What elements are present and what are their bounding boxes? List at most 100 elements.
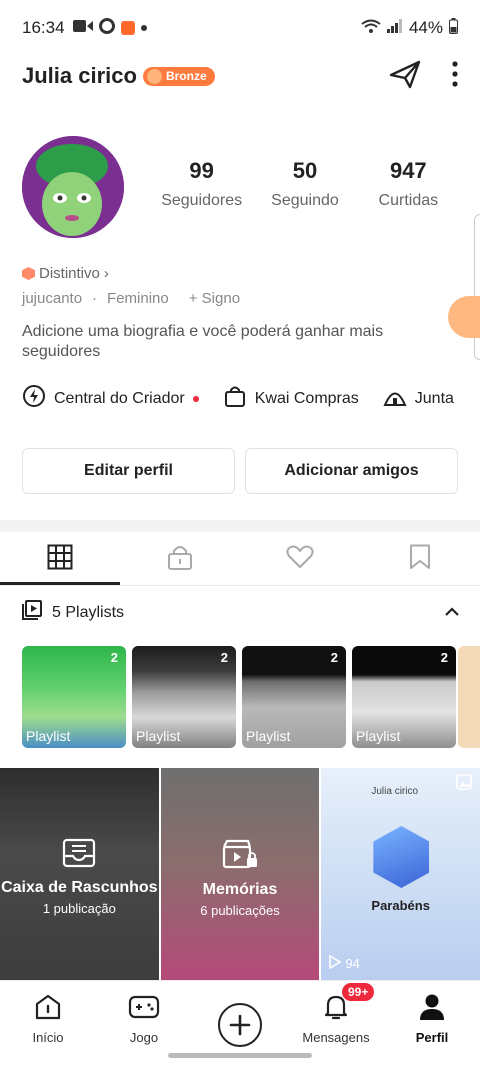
drafts-tile[interactable]: Caixa de Rascunhos 1 publicação <box>0 768 159 980</box>
messages-badge: 99+ <box>342 983 375 1001</box>
video-grid: Caixa de Rascunhos 1 publicação Memórias… <box>0 768 480 980</box>
image-icon <box>456 774 472 795</box>
video-caption: Parabéns <box>371 898 430 913</box>
badge-label: Bronze <box>165 69 207 83</box>
tab-saved[interactable] <box>360 534 480 585</box>
followers-label: Seguidores <box>161 192 243 209</box>
edit-profile-button[interactable]: Editar perfil <box>22 448 235 494</box>
more-notifications-dot <box>140 25 147 31</box>
clapperboard-lock-icon <box>222 839 258 874</box>
junta-label: Junta <box>414 389 454 407</box>
nav-games-label: Jogo <box>129 1030 159 1045</box>
video-author: Julia cirico <box>371 786 419 797</box>
video-tile[interactable]: Julia cirico Parabéns 94 <box>321 768 480 980</box>
view-count: 94 <box>329 954 360 972</box>
level-badge[interactable]: Bronze <box>142 66 215 86</box>
gender[interactable]: Feminino <box>107 290 169 307</box>
shortcut-row: Central do Criador Kwai Compras Junta <box>22 384 454 413</box>
profile-meta: jujucanto · Feminino + Signo <box>22 290 240 307</box>
notification-icons <box>72 17 147 39</box>
view-count-value: 94 <box>345 956 360 971</box>
share-icon[interactable] <box>388 59 422 94</box>
add-friends-button[interactable]: Adicionar amigos <box>245 448 458 494</box>
following-count: 50 <box>292 158 318 183</box>
nav-home[interactable]: Início <box>0 981 96 1066</box>
avatar[interactable] <box>22 136 124 238</box>
content-tabs <box>0 534 480 586</box>
battery-icon <box>449 17 458 39</box>
creator-center-shortcut[interactable]: Central do Criador <box>22 384 199 413</box>
playlist-video-count: 2 <box>440 650 448 665</box>
profile-header: Julia cirico Bronze <box>0 56 480 96</box>
distintivo-icon <box>22 267 35 280</box>
playlist-card[interactable]: 2 Playlist <box>132 646 236 748</box>
grid-icon <box>47 544 73 575</box>
followers-count: 99 <box>189 158 214 183</box>
status-bar: 16:34 44% <box>0 0 480 56</box>
playlists-header[interactable]: 5 Playlists <box>22 600 460 625</box>
tab-posts[interactable] <box>0 534 120 585</box>
tab-private[interactable] <box>120 534 240 585</box>
kwai-app-icon <box>120 21 135 35</box>
distintivo-link[interactable]: Distintivo › <box>22 265 109 282</box>
playlists-count-label: 5 Playlists <box>52 603 125 621</box>
home-icon <box>34 993 62 1024</box>
playlist-label: Playlist <box>356 728 401 744</box>
chevron-right-icon: › <box>103 265 109 282</box>
playlist-video-count: 2 <box>110 650 118 665</box>
battery-level: 44% <box>408 18 443 37</box>
memories-title: Memórias <box>202 881 278 898</box>
playlist-video-count: 2 <box>220 650 228 665</box>
person-icon <box>419 993 445 1024</box>
playlist-label: Playlist <box>246 728 291 744</box>
nav-home-label: Início <box>32 1030 64 1045</box>
heart-icon <box>286 545 314 574</box>
video-icon <box>72 18 93 38</box>
create-plus-icon <box>218 1003 262 1047</box>
signal-icon <box>386 18 403 38</box>
playlist-icon <box>22 600 42 625</box>
home-indicator[interactable] <box>168 1053 312 1058</box>
more-options-icon[interactable] <box>452 60 458 93</box>
playlist-label: Playlist <box>26 728 71 744</box>
username: jujucanto <box>22 290 83 307</box>
drafts-title: Caixa de Rascunhos <box>1 879 158 896</box>
floating-bubble[interactable] <box>448 296 480 338</box>
stat-likes[interactable]: 947 Curtidas <box>357 158 460 210</box>
bookmark-icon <box>409 544 431 575</box>
stat-followers[interactable]: 99 Seguidores <box>150 158 253 210</box>
new-dot <box>192 395 199 402</box>
likes-count: 947 <box>389 158 427 183</box>
playlist-card[interactable]: 2 Playlist <box>22 646 126 748</box>
lock-icon <box>167 544 193 575</box>
following-label: Seguindo <box>271 192 339 209</box>
chevron-up-icon[interactable] <box>444 604 460 622</box>
profile-name: Julia cirico <box>22 63 137 88</box>
nav-profile[interactable]: Perfil <box>384 981 480 1066</box>
junta-shortcut[interactable]: Junta <box>383 384 454 413</box>
tent-icon <box>383 384 407 413</box>
kwai-shop-shortcut[interactable]: Kwai Compras <box>223 384 359 413</box>
clock: 16:34 <box>22 18 65 37</box>
kwai-shop-label: Kwai Compras <box>254 389 359 407</box>
memories-tile[interactable]: Memórias 6 publicações <box>160 768 320 980</box>
active-tab-indicator <box>0 582 120 585</box>
stat-following[interactable]: 50 Seguindo <box>253 158 356 210</box>
tab-liked[interactable] <box>240 534 360 585</box>
play-icon <box>329 954 342 972</box>
playlist-label: Playlist <box>136 728 181 744</box>
playlist-card[interactable]: 2 Playlist <box>242 646 346 748</box>
playlist-card-partial[interactable] <box>458 646 480 748</box>
side-drawer-handle[interactable] <box>474 214 480 360</box>
bio-prompt[interactable]: Adicione uma biografia e você poderá gan… <box>22 322 442 362</box>
creator-center-label: Central do Criador <box>54 389 185 407</box>
profile-actions: Editar perfil Adicionar amigos <box>22 448 458 494</box>
nav-messages-label: Mensagens <box>302 1030 370 1045</box>
playlist-card[interactable]: 2 Playlist <box>352 646 456 748</box>
distintivo-label: Distintivo <box>39 265 100 282</box>
nav-profile-label: Perfil <box>415 1030 449 1045</box>
likes-label: Curtidas <box>378 192 439 209</box>
memories-count: 6 publicações <box>200 903 280 918</box>
add-sign[interactable]: + Signo <box>189 290 240 307</box>
trophy-badge-icon <box>373 826 430 888</box>
